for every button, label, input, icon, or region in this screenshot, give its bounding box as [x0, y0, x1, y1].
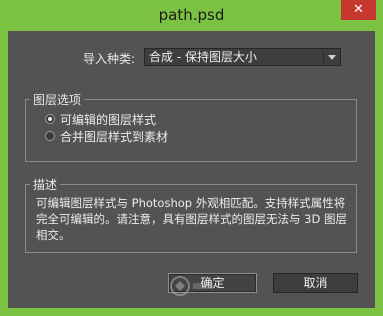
import-dialog: 导入种类: 合成 - 保持图层大小 图层选项 可编辑的图层样式 合并图层样式到素…	[8, 31, 375, 308]
radio-editable-styles[interactable]: 可编辑的图层样式	[45, 112, 157, 127]
import-type-label: 导入种类:	[83, 52, 136, 66]
import-type-select[interactable]: 合成 - 保持图层大小	[144, 48, 341, 66]
close-button[interactable]: ✕	[341, 0, 376, 20]
layer-options-group: 图层选项 可编辑的图层样式 合并图层样式到素材	[25, 91, 357, 162]
radio-button-selected[interactable]	[45, 114, 55, 124]
close-icon: ✕	[353, 2, 364, 17]
description-text: 可编辑图层样式与 Photoshop 外观相匹配。支持样式属性将完全可编辑的。请…	[36, 196, 347, 242]
chevron-down-icon	[328, 55, 336, 60]
layer-options-title: 图层选项	[30, 91, 85, 108]
radio-button[interactable]	[45, 131, 55, 141]
cancel-button[interactable]: 取消	[273, 273, 358, 293]
import-type-value: 合成 - 保持图层大小	[149, 50, 257, 64]
radio-label: 合并图层样式到素材	[60, 129, 169, 144]
description-group: 描述 可编辑图层样式与 Photoshop 外观相匹配。支持样式属性将完全可编辑…	[25, 176, 357, 253]
description-title: 描述	[30, 176, 61, 193]
window-title: path.psd	[158, 6, 225, 24]
watermark-logo	[170, 276, 213, 296]
radio-merge-styles[interactable]: 合并图层样式到素材	[45, 129, 169, 144]
title-bar: path.psd ✕	[0, 0, 383, 31]
select-divider	[323, 51, 324, 63]
radio-label: 可编辑的图层样式	[60, 112, 157, 127]
